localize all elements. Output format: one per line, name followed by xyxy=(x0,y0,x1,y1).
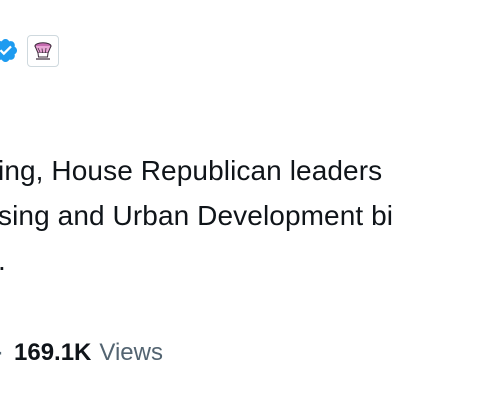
tweet-text-line: ing, House Republican leaders xyxy=(0,155,383,186)
tweet-text: ing, House Republican leaders sing and U… xyxy=(0,148,495,283)
tweet-text-line: sing and Urban Development bi xyxy=(0,200,394,231)
verified-badge-icon xyxy=(0,38,18,63)
tweet-meta-row: · 169.1K Views xyxy=(0,336,163,370)
affiliate-organization-icon xyxy=(34,42,52,60)
views-count[interactable]: 169.1K xyxy=(14,339,91,367)
views-label[interactable]: Views xyxy=(99,339,163,367)
tweet-text-line: . xyxy=(0,238,495,283)
affiliate-badge[interactable] xyxy=(27,35,59,67)
meta-separator: · xyxy=(0,339,4,367)
